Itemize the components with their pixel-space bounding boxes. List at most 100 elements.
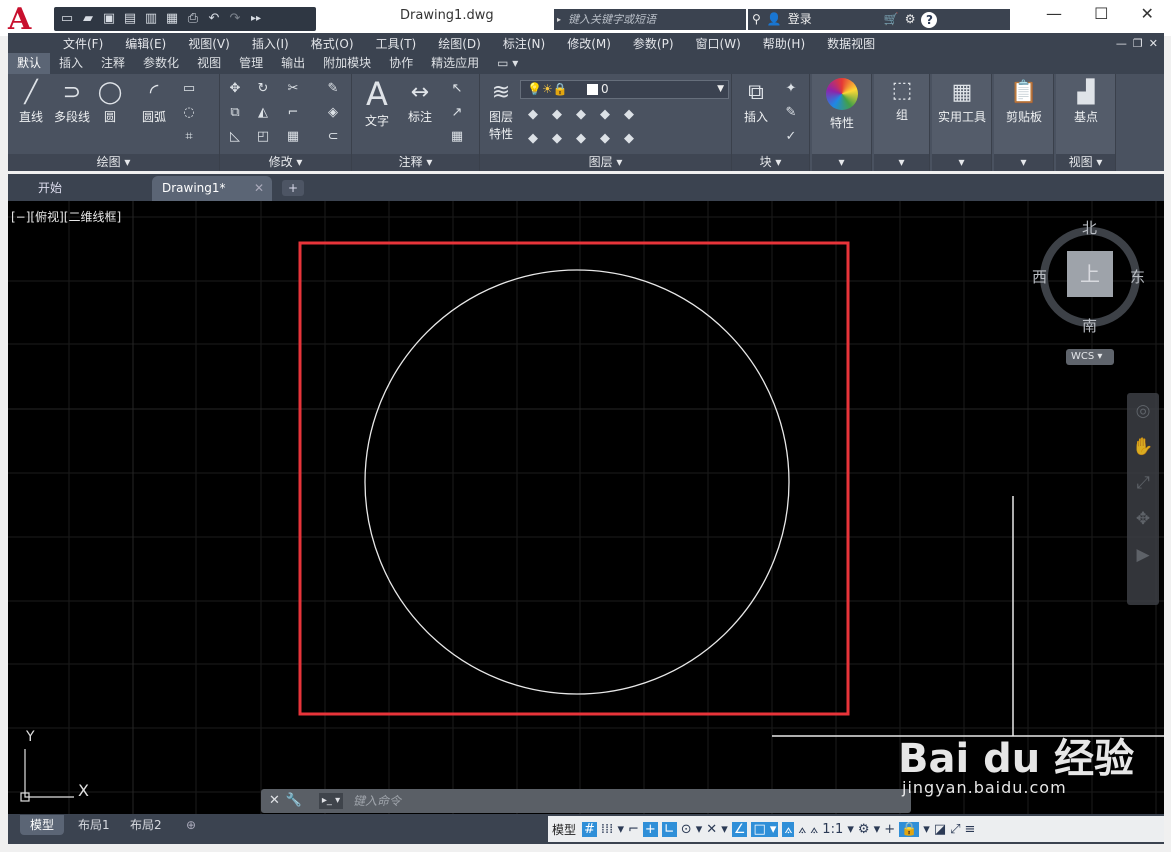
snap-icon[interactable]: ⁞⁞⁞ ▾ (601, 822, 624, 837)
auto-scale-icon[interactable]: ⟑ (798, 822, 806, 837)
viewcube-top-face[interactable]: 上 (1067, 251, 1113, 297)
layer-tool-icon[interactable]: ◆ (596, 106, 614, 124)
isodraft-icon[interactable]: ✕ ▾ (706, 822, 728, 837)
annotation-visibility-icon[interactable]: ⟑ (782, 821, 795, 837)
move-icon[interactable]: ✥ (226, 80, 244, 98)
close-icon[interactable]: ✕ (1141, 4, 1154, 28)
workspace-gear-icon[interactable]: ⚙ ▾ (858, 822, 880, 837)
command-line-controls[interactable]: ✕🔧 (269, 789, 308, 813)
annotation-panel-label[interactable]: 注释 ▾ (352, 154, 479, 171)
menu-tools[interactable]: 工具(T) (365, 35, 428, 52)
tab-collaborate[interactable]: 协作 (380, 53, 422, 74)
erase-icon[interactable]: ✎ (324, 80, 342, 98)
layer-properties-button[interactable]: ≋ 图层 特性 (482, 78, 520, 142)
table-icon[interactable]: ▦ (448, 128, 466, 146)
publish-icon[interactable]: ▥ (142, 10, 160, 28)
base-point-button[interactable]: ▟ 基点 (1062, 78, 1110, 125)
menu-help[interactable]: 帮助(H) (752, 35, 816, 52)
stretch-icon[interactable]: ◺ (226, 128, 244, 146)
doc-restore-icon[interactable]: ❐ (1133, 37, 1143, 50)
utilities-expand[interactable]: ▾ (932, 154, 991, 171)
menu-file[interactable]: 文件(F) (52, 35, 114, 52)
redo-icon[interactable]: ↷ (226, 10, 244, 28)
rotate-icon[interactable]: ↻ (254, 80, 272, 98)
object-snap-icon[interactable]: □ ▾ (751, 821, 779, 837)
undo-icon[interactable]: ↶ (205, 10, 223, 28)
user-icon[interactable]: 👤 (767, 9, 782, 30)
menu-view[interactable]: 视图(V) (177, 35, 241, 52)
showmotion-icon[interactable]: ▶ (1127, 537, 1159, 573)
explode-icon[interactable]: ◈ (324, 104, 342, 122)
create-block-icon[interactable]: ✦ (782, 80, 800, 98)
layer-dropdown[interactable]: 💡☀🔒 0 ▼ (520, 80, 729, 99)
polyline-button[interactable]: ⊃ 多段线 (50, 78, 94, 125)
tab-featured-apps[interactable]: 精选应用 (422, 53, 488, 74)
command-line[interactable]: ✕🔧 ▸_ ▾ 键入命令 (261, 789, 911, 813)
utilities-button[interactable]: ▦ 实用工具 (934, 78, 990, 125)
tab-addins[interactable]: 附加模块 (314, 53, 380, 74)
menu-format[interactable]: 格式(O) (300, 35, 365, 52)
tab-insert[interactable]: 插入 (50, 53, 92, 74)
command-prompt-icon[interactable]: ▸_ ▾ (319, 793, 343, 809)
hatch-icon[interactable]: ◌ (180, 104, 198, 122)
mirror-icon[interactable]: ◭ (254, 104, 272, 122)
layout-tab-2[interactable]: 布局2 (120, 815, 172, 835)
group-button[interactable]: ⬚ 组 (882, 76, 922, 123)
insert-block-button[interactable]: ⧉ 插入 (736, 78, 776, 125)
arc-button[interactable]: ◜ 圆弧 (132, 78, 176, 125)
layer-tool-icon[interactable]: ◆ (524, 130, 542, 148)
cart-icon[interactable]: 🛒 (884, 9, 899, 30)
south-label[interactable]: 南 (1082, 315, 1097, 336)
layout-tab-1[interactable]: 布局1 (68, 815, 120, 835)
new-tab-button[interactable]: + (282, 180, 304, 196)
copy-icon[interactable]: ⧉ (226, 104, 244, 122)
grid-icon[interactable]: # (582, 821, 597, 837)
application-menu-button[interactable]: A▼ (8, 4, 48, 46)
add-layout-button[interactable]: ⊕ (176, 815, 206, 835)
array-icon[interactable]: ▦ (284, 128, 302, 146)
annotation-monitor-icon[interactable]: + (884, 822, 895, 837)
fillet-icon[interactable]: ⌐ (284, 104, 302, 122)
layer-tool-icon[interactable]: ◆ (548, 130, 566, 148)
menu-window[interactable]: 窗口(W) (685, 35, 752, 52)
command-input[interactable]: 键入命令 (353, 789, 401, 813)
tab-view[interactable]: 视图 (188, 53, 230, 74)
layer-tool-icon[interactable]: ◆ (524, 106, 542, 124)
tab-start[interactable]: 开始 (8, 176, 150, 201)
mleader-icon[interactable]: ↗ (448, 104, 466, 122)
offset-icon[interactable]: ⊂ (324, 128, 342, 146)
lock-ui-icon[interactable]: 🔒 (899, 821, 920, 837)
menu-draw[interactable]: 绘图(D) (427, 35, 492, 52)
pan-icon[interactable]: ✋ (1127, 429, 1159, 465)
doc-close-icon[interactable]: ✕ (1149, 37, 1158, 50)
orbit-icon[interactable]: ✥ (1127, 501, 1159, 537)
east-label[interactable]: 东 (1130, 266, 1145, 287)
circle-button[interactable]: ◯ 圆 (94, 78, 126, 125)
tab-output[interactable]: 输出 (272, 53, 314, 74)
layers-panel-label[interactable]: 图层 ▾ (480, 154, 731, 171)
infer-icon[interactable]: ⌐ (628, 822, 639, 837)
minimize-icon[interactable]: — (1046, 4, 1062, 28)
binoculars-icon[interactable]: ⚲ (752, 9, 761, 30)
layer-tool-icon[interactable]: ◆ (548, 106, 566, 124)
save-icon[interactable]: ▣ (100, 10, 118, 28)
expand-icon[interactable]: ▸ (557, 9, 561, 30)
layer-tool-icon[interactable]: ◆ (572, 130, 590, 148)
scale-icon[interactable]: ◰ (254, 128, 272, 146)
clipboard-expand[interactable]: ▾ (994, 154, 1053, 171)
login-button[interactable]: 登录 (788, 9, 878, 30)
properties-button[interactable]: 特性 (820, 78, 864, 131)
edit-block-icon[interactable]: ✎ (782, 104, 800, 122)
new-icon[interactable]: ▭ (58, 10, 76, 28)
tab-drawing1[interactable]: Drawing1* ✕ (152, 176, 272, 201)
search-input[interactable]: 键入关键字或短语 ▸ (554, 9, 746, 30)
dynamic-input-icon[interactable]: + (642, 821, 658, 837)
tab-parametric[interactable]: 参数化 (134, 53, 188, 74)
menu-insert[interactable]: 插入(I) (241, 35, 300, 52)
steering-wheel-icon[interactable]: ◎ (1127, 393, 1159, 429)
doc-minimize-icon[interactable]: — (1116, 37, 1127, 50)
text-button[interactable]: A 文字 (358, 76, 396, 129)
rectangle-icon[interactable]: ▭ (180, 80, 198, 98)
boundary-icon[interactable]: ⌗ (180, 128, 198, 146)
wcs-menu[interactable]: WCS ▾ (1066, 349, 1114, 365)
